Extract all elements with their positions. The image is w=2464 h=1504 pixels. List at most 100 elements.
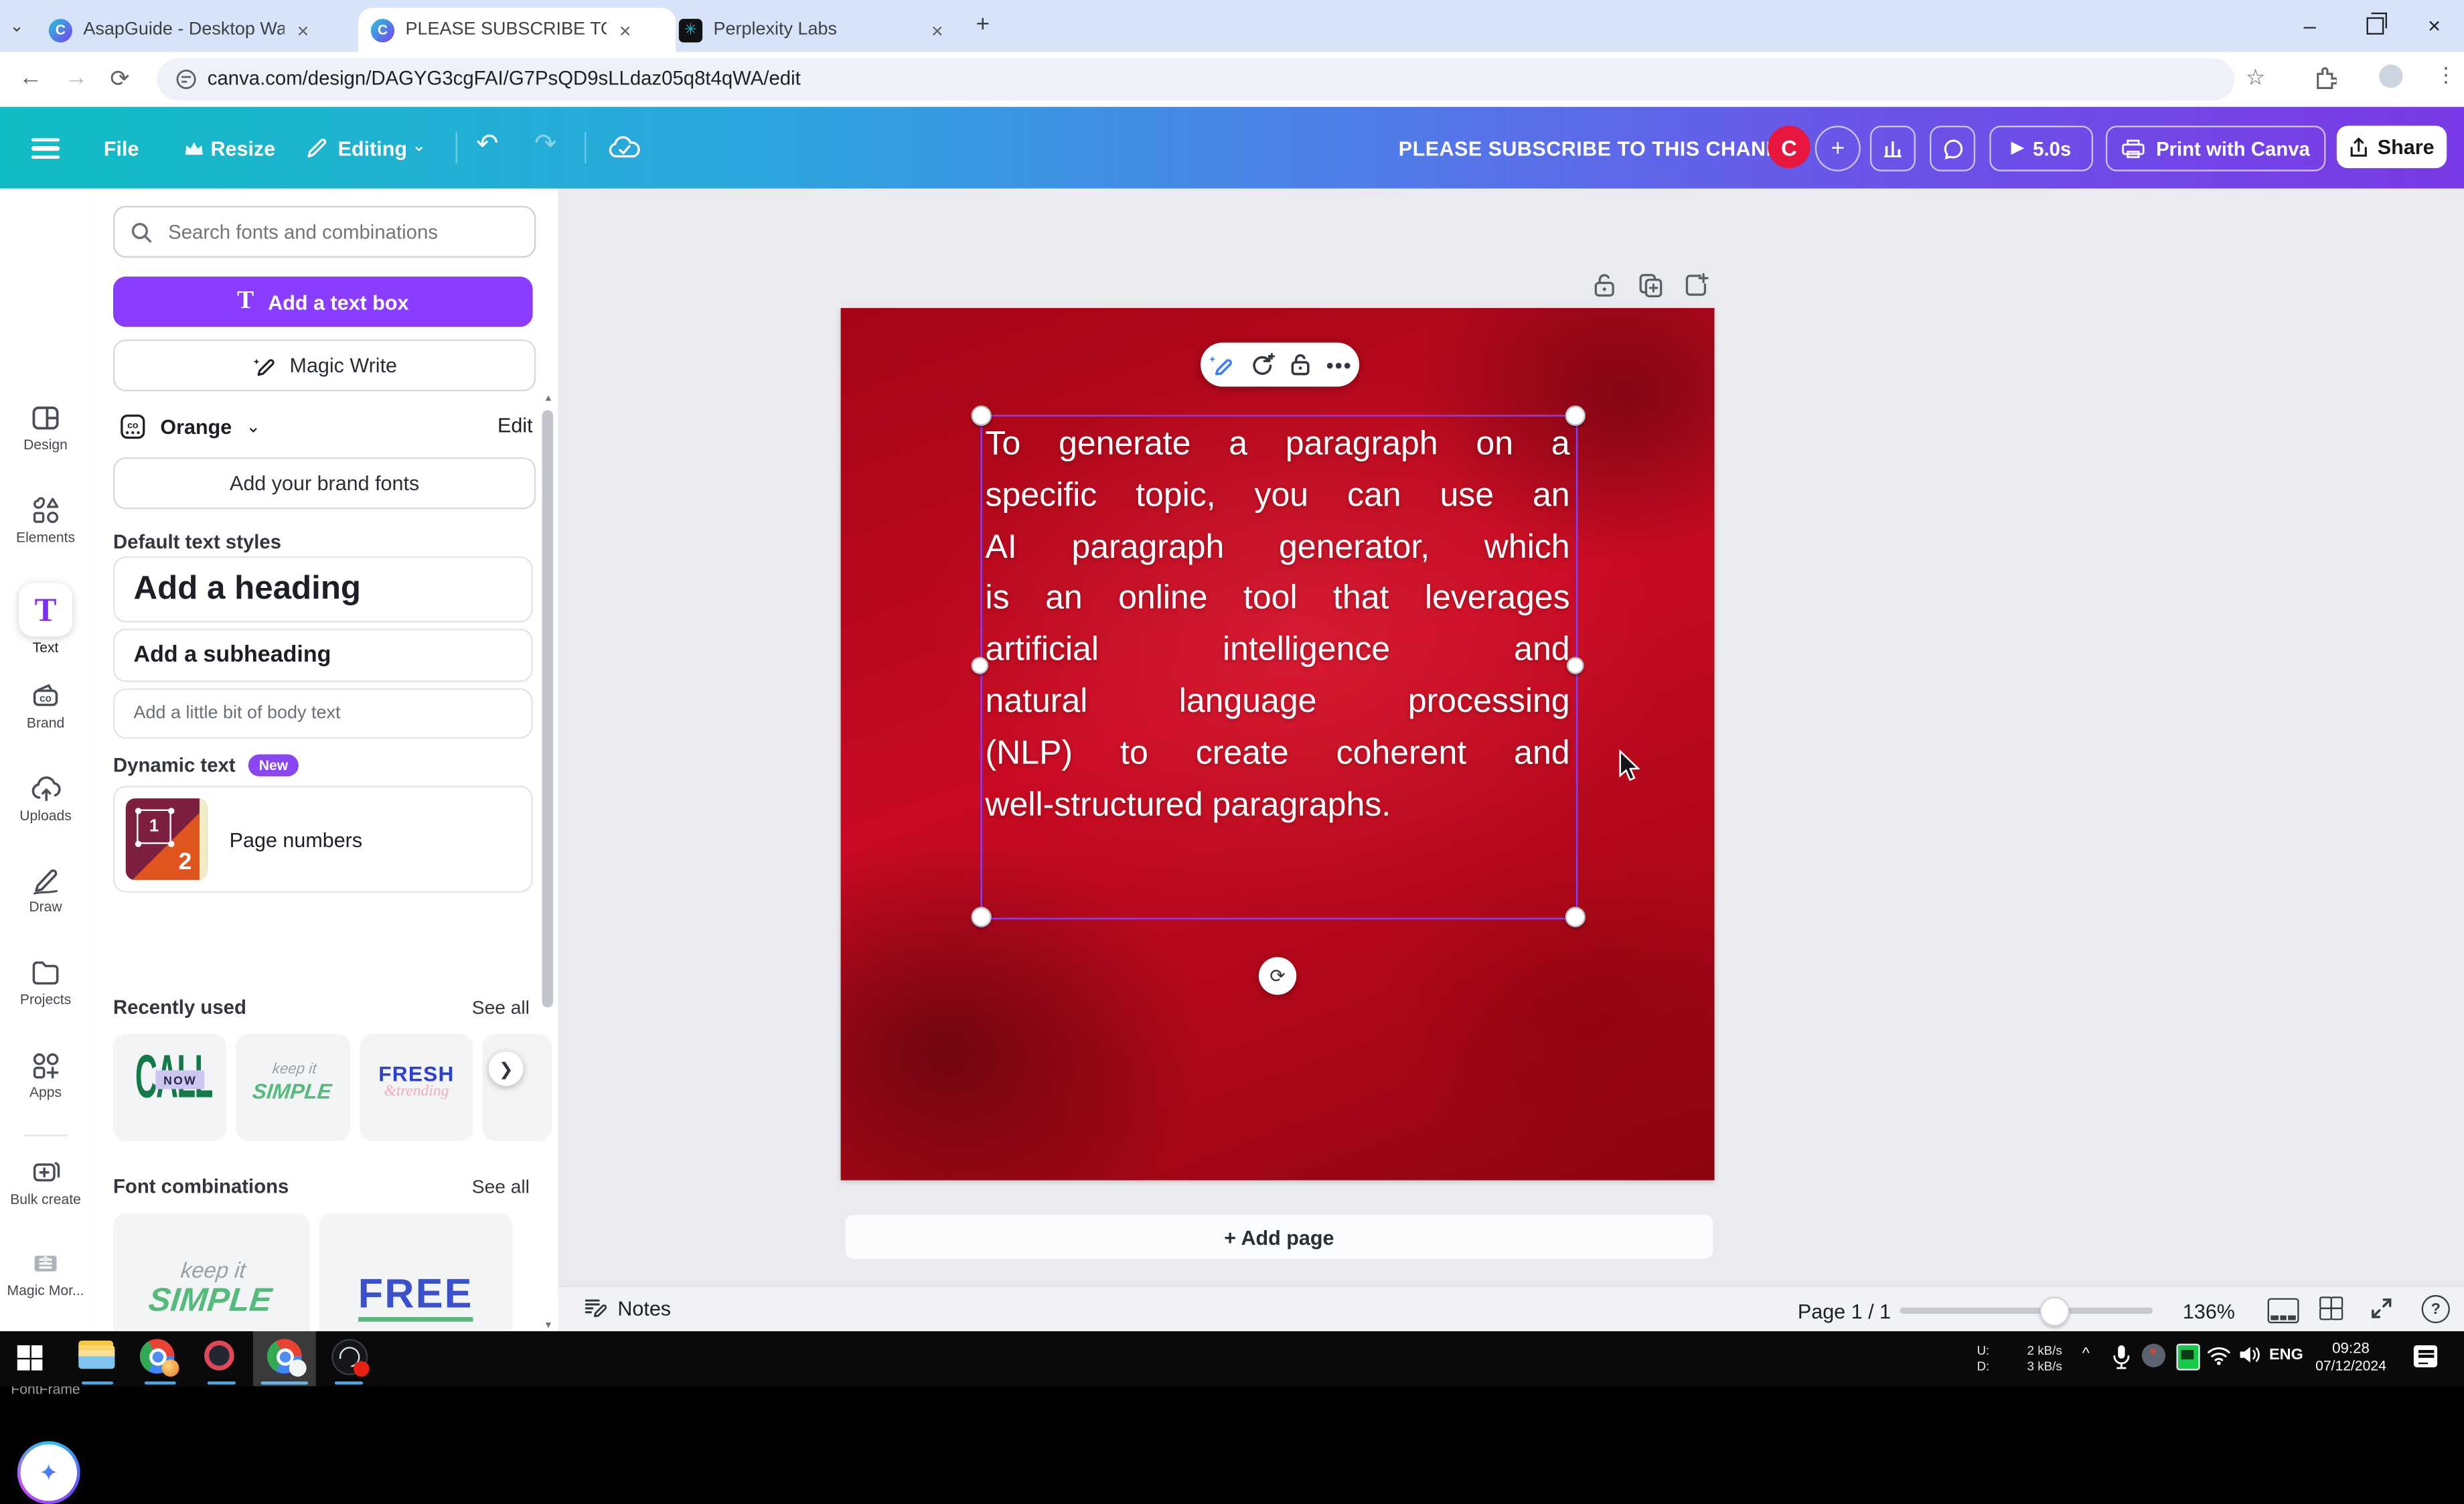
notification-center-icon[interactable] <box>2414 1345 2437 1367</box>
recent-style-partial[interactable] <box>483 1034 552 1141</box>
selection-handle-bottom-right[interactable] <box>1565 907 1586 927</box>
zoom-slider-thumb[interactable] <box>2039 1296 2070 1327</box>
add-heading-style[interactable]: Add a heading <box>113 556 533 623</box>
recent-style-fresh-trending[interactable]: FRESH &trending <box>360 1034 473 1141</box>
start-button[interactable] <box>17 1345 43 1371</box>
font-search-box[interactable] <box>113 206 536 257</box>
taskbar-recorder-app[interactable] <box>204 1341 234 1371</box>
page-lock-icon[interactable] <box>1592 272 1617 299</box>
editing-chevron-down-icon[interactable]: ⌄ <box>412 135 427 156</box>
sidebar-item-magic-morph[interactable]: Magic Mor... <box>0 1248 91 1298</box>
selection-handle-top-left[interactable] <box>971 406 992 427</box>
taskbar-clock[interactable]: 09:28 07/12/2024 <box>2313 1341 2389 1375</box>
recent-style-keep-it-simple[interactable]: keep it SIMPLE <box>236 1034 350 1141</box>
language-indicator[interactable]: ENG <box>2269 1347 2303 1364</box>
profile-avatar[interactable] <box>2379 64 2402 88</box>
add-page-button[interactable]: + Add page <box>844 1213 1714 1260</box>
pages-view-icon[interactable] <box>2268 1298 2299 1324</box>
sidebar-item-bulk-create[interactable]: Bulk create <box>0 1156 91 1207</box>
lock-element-icon[interactable] <box>1290 352 1313 378</box>
zoom-slider-track[interactable] <box>1900 1308 2153 1314</box>
file-menu[interactable]: File <box>104 137 139 160</box>
more-options-icon[interactable]: ••• <box>1326 353 1353 376</box>
notes-button[interactable]: Notes <box>583 1296 671 1320</box>
account-avatar[interactable]: C <box>1768 126 1810 168</box>
panel-scrollbar[interactable]: ▲ ▼ <box>542 394 553 1331</box>
undo-icon[interactable]: ↶ <box>476 129 498 160</box>
sidebar-item-projects[interactable]: Projects <box>0 957 91 1007</box>
share-button[interactable]: Share <box>2337 126 2447 168</box>
browser-tab-1[interactable]: C AsapGuide - Desktop Wallpape × <box>36 8 370 52</box>
help-button[interactable]: ? <box>2422 1295 2450 1323</box>
new-tab-button[interactable]: + <box>976 11 990 37</box>
resize-menu[interactable]: Resize <box>210 137 275 160</box>
print-with-canva-button[interactable]: Print with Canva <box>2106 126 2326 171</box>
selection-handle-left[interactable] <box>971 657 988 674</box>
browser-menu-kebab-icon[interactable]: ⋮ <box>2436 63 2457 88</box>
bookmark-star-icon[interactable]: ☆ <box>2246 64 2265 91</box>
sidebar-item-brand[interactable]: co Brand <box>0 680 91 731</box>
brand-edit-link[interactable]: Edit <box>497 413 533 437</box>
scrollbar-up-arrow[interactable]: ▲ <box>544 394 553 404</box>
magic-write-button[interactable]: Magic Write <box>113 340 536 391</box>
taskbar-chrome-active[interactable] <box>267 1339 302 1374</box>
canvas-text-block[interactable]: To generate a paragraph on a specific to… <box>986 418 1570 830</box>
sidebar-item-text-active[interactable]: T Text <box>0 583 91 656</box>
canva-assistant-button[interactable]: ✦ <box>17 1441 80 1504</box>
carousel-next-button[interactable]: ❯ <box>489 1051 524 1086</box>
taskbar-file-explorer[interactable] <box>78 1341 114 1372</box>
duplicate-page-icon[interactable] <box>1638 272 1665 299</box>
extensions-puzzle-icon[interactable] <box>2313 66 2337 90</box>
insights-button[interactable] <box>1870 126 1916 171</box>
address-bar[interactable]: canva.com/design/DAGYG3cgFAI/G7PsQD9sLLd… <box>157 58 2235 100</box>
magic-edit-icon[interactable] <box>1207 352 1234 378</box>
add-body-text-style[interactable]: Add a little bit of body text <box>113 688 533 739</box>
tray-expand-chevron-icon[interactable]: ^ <box>2082 1345 2090 1363</box>
fullscreen-icon[interactable] <box>2370 1296 2393 1320</box>
add-subheading-style[interactable]: Add a subheading <box>113 629 533 682</box>
combo-keep-it-simple[interactable]: keep it SIMPLE <box>113 1213 309 1331</box>
tab-close-icon[interactable]: × <box>931 18 943 42</box>
home-menu-hamburger-icon[interactable] <box>31 133 60 163</box>
tray-app-icon[interactable] <box>2177 1344 2200 1371</box>
sidebar-item-elements[interactable]: Elements <box>0 495 91 545</box>
taskbar-obs[interactable] <box>331 1339 368 1375</box>
window-minimize-button[interactable]: – <box>2304 13 2316 38</box>
recent-style-call-now[interactable]: CALL NOW <box>113 1034 226 1141</box>
wifi-icon[interactable] <box>2206 1345 2232 1366</box>
sidebar-item-apps[interactable]: Apps <box>0 1050 91 1100</box>
tab-search-chevron-icon[interactable]: ⌄ <box>9 15 24 36</box>
comments-button[interactable] <box>1930 126 1975 171</box>
combo-free[interactable]: FREE <box>319 1213 512 1331</box>
sidebar-item-draw[interactable]: Draw <box>0 864 91 915</box>
present-duration-button[interactable]: ▶ 5.0s <box>1989 126 2093 171</box>
add-text-box-button[interactable]: T Add a text box <box>113 277 533 327</box>
reload-icon[interactable]: ⟳ <box>110 64 130 92</box>
add-brand-fonts-button[interactable]: Add your brand fonts <box>113 457 536 509</box>
sidebar-item-uploads[interactable]: Uploads <box>0 773 91 824</box>
tab-close-icon[interactable]: × <box>619 18 631 42</box>
font-combinations-see-all[interactable]: See all <box>472 1176 530 1198</box>
microphone-icon[interactable] <box>2112 1344 2131 1371</box>
add-member-button[interactable]: + <box>1815 126 1861 171</box>
browser-tab-2-active[interactable]: C PLEASE SUBSCRIBE TO THIS CH × <box>358 8 676 52</box>
page-numbers-card[interactable]: 1 2 Page numbers <box>113 785 533 893</box>
selection-handle-bottom-left[interactable] <box>971 907 992 927</box>
brand-kit-selector[interactable]: co Orange ⌄ <box>119 410 260 442</box>
grid-view-icon[interactable] <box>2319 1296 2343 1320</box>
taskbar-chrome-profile1[interactable] <box>140 1339 175 1374</box>
rotate-handle[interactable]: ⟳ <box>1259 957 1296 994</box>
redo-icon[interactable]: ↷ <box>534 129 556 160</box>
window-close-button[interactable]: × <box>2428 13 2441 38</box>
zoom-percentage[interactable]: 136% <box>2183 1300 2235 1323</box>
scrollbar-down-arrow[interactable]: ▼ <box>544 1322 553 1331</box>
forward-icon[interactable]: → <box>64 64 88 91</box>
add-page-icon[interactable] <box>1683 272 1710 299</box>
window-restore-button[interactable] <box>2366 17 2384 35</box>
recently-used-see-all[interactable]: See all <box>472 996 530 1019</box>
search-input[interactable] <box>165 219 517 244</box>
editing-mode-dropdown[interactable]: Editing <box>338 137 407 160</box>
sidebar-item-design[interactable]: Design <box>0 402 91 453</box>
selection-handle-right[interactable] <box>1567 657 1584 674</box>
speaker-icon[interactable] <box>2238 1344 2261 1366</box>
